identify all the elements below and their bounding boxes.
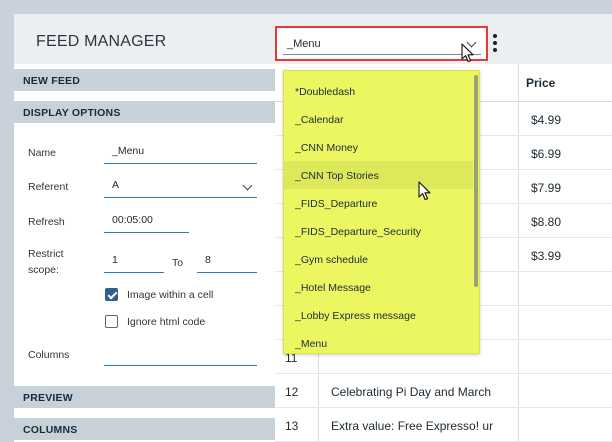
- name-field-value: _Menu: [112, 145, 145, 157]
- section-new-feed[interactable]: NEW FEED: [14, 69, 275, 91]
- row-price: $3.99: [531, 249, 562, 263]
- referent-select-value: A: [112, 179, 120, 191]
- columns-field[interactable]: [104, 346, 257, 366]
- more-options-icon[interactable]: [492, 34, 498, 54]
- section-display-options[interactable]: DISPLAY OPTIONS: [14, 101, 275, 123]
- section-columns[interactable]: COLUMNS: [14, 418, 275, 440]
- dropdown-option[interactable]: _Gym schedule: [284, 245, 473, 273]
- ignore-html-label: Ignore html code: [127, 316, 206, 328]
- row-price: $7.99: [531, 181, 562, 195]
- dropdown-option[interactable]: _FIDS_Departure_Security: [284, 217, 473, 245]
- section-preview[interactable]: PREVIEW: [14, 386, 275, 408]
- row-number: 12: [285, 385, 299, 399]
- row-price: $4.99: [531, 113, 562, 127]
- restrict-from-field[interactable]: 1: [104, 253, 164, 273]
- row-number: 13: [285, 419, 299, 433]
- restrict-scope-label-line2: scope:: [28, 264, 59, 276]
- mouse-pointer-icon: [461, 43, 474, 63]
- feed-select-callout: _Menu: [275, 26, 488, 61]
- refresh-field-value: 00:05:00: [112, 214, 153, 226]
- feed-dropdown-list: *Doubledash _Calendar _CNN Money _CNN To…: [283, 70, 480, 354]
- restrict-from-value: 1: [112, 254, 118, 266]
- refresh-field[interactable]: 00:05:00: [104, 213, 189, 233]
- row-price: $6.99: [531, 147, 562, 161]
- table-row[interactable]: 13 Extra value: Free Expresso! ur: [275, 408, 612, 442]
- dropdown-option[interactable]: _Calendar: [284, 105, 473, 133]
- image-within-cell-label: Image within a cell: [127, 289, 214, 301]
- row-price: $8.80: [531, 215, 562, 229]
- table-row[interactable]: 12 Celebrating Pi Day and March: [275, 374, 612, 408]
- dropdown-option[interactable]: *Doubledash: [284, 77, 473, 105]
- dropdown-option[interactable]: _FIDS_Departure: [284, 189, 473, 217]
- restrict-scope-label-line1: Restrict: [28, 248, 64, 260]
- price-column-header[interactable]: Price: [526, 76, 555, 90]
- image-within-cell-checkbox[interactable]: [105, 288, 118, 301]
- restrict-to-value: 8: [205, 254, 211, 266]
- dropdown-option[interactable]: _CNN Money: [284, 133, 473, 161]
- dropdown-scrollbar[interactable]: [474, 75, 478, 287]
- feed-select[interactable]: _Menu: [283, 31, 481, 55]
- refresh-label: Refresh: [28, 216, 65, 228]
- dropdown-option[interactable]: _Lobby Express message: [284, 301, 473, 329]
- columns-label: Columns: [28, 349, 70, 361]
- page-title: FEED MANAGER: [36, 33, 167, 50]
- ignore-html-checkbox[interactable]: [105, 315, 118, 328]
- row-description: Celebrating Pi Day and March: [331, 385, 492, 399]
- referent-label: Referent: [28, 181, 69, 193]
- name-field[interactable]: _Menu: [104, 144, 257, 164]
- dropdown-option-hovered[interactable]: _CNN Top Stories: [284, 161, 473, 189]
- chevron-down-icon: [242, 180, 253, 191]
- feed-select-value: _Menu: [287, 38, 321, 50]
- dropdown-option[interactable]: _Menu: [284, 329, 473, 353]
- dropdown-option[interactable]: _Hotel Message: [284, 273, 473, 301]
- restrict-to-field[interactable]: 8: [197, 253, 257, 273]
- to-label: To: [172, 257, 184, 269]
- mouse-pointer-icon: [418, 181, 431, 201]
- row-description: Extra value: Free Expresso! ur: [331, 419, 494, 433]
- left-panel: NEW FEED DISPLAY OPTIONS Name _Menu Refe…: [14, 64, 275, 442]
- name-label: Name: [28, 147, 57, 159]
- referent-select[interactable]: A: [104, 178, 257, 198]
